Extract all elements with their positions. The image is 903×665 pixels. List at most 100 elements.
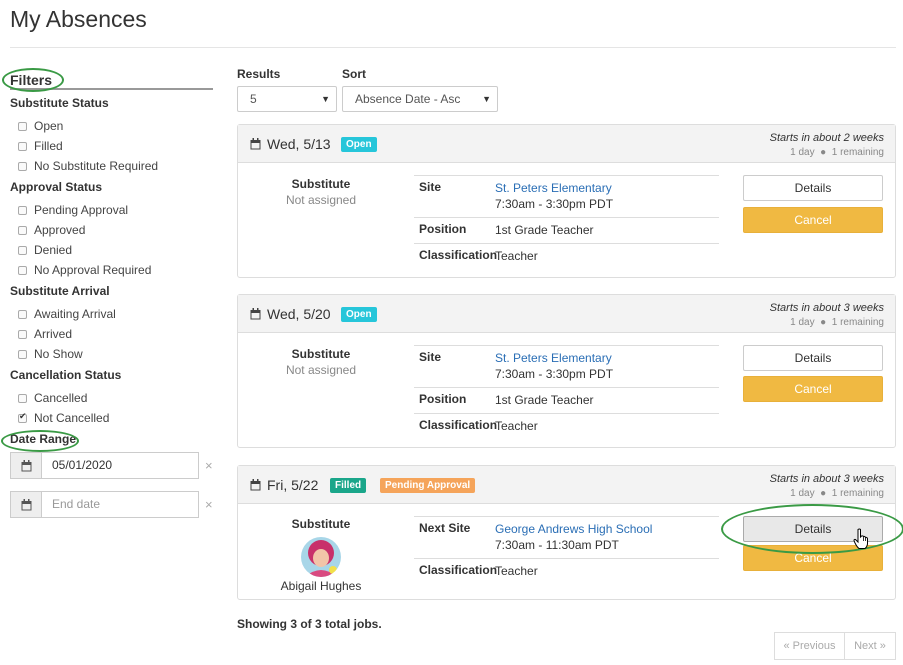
filter-option-label: No Show xyxy=(34,347,83,361)
start-date-row: 05/01/2020 × xyxy=(10,452,213,479)
status-badge-open: Open xyxy=(341,307,377,322)
info-value: Teacher xyxy=(495,249,538,263)
time-text: 7:30am - 3:30pm PDT xyxy=(495,367,614,381)
filter-option-label: Filled xyxy=(34,139,63,153)
info-key: Position xyxy=(419,222,467,236)
substitute-label: Substitute xyxy=(291,177,351,191)
info-key: Classification xyxy=(419,563,498,577)
substitute-value: Abigail Hughes xyxy=(280,579,362,593)
filter-option-open[interactable]: Open xyxy=(10,116,213,136)
absence-date: Wed, 5/13 xyxy=(250,136,331,152)
cancel-button[interactable]: Cancel xyxy=(743,376,883,402)
job-info-table: Site St. Peters Elementary 7:30am - 3:30p… xyxy=(414,175,719,269)
site-link[interactable]: St. Peters Elementary xyxy=(495,350,613,366)
time-text: 7:30am - 3:30pm PDT xyxy=(495,197,614,211)
filter-option-no-show[interactable]: No Show xyxy=(10,344,213,364)
filter-option-label: Open xyxy=(34,119,64,133)
clear-start-date-icon[interactable]: × xyxy=(205,458,213,473)
info-key: Next Site xyxy=(419,521,471,535)
substitute-label: Substitute xyxy=(291,347,351,361)
info-value: St. Peters Elementary 7:30am - 3:30pm PDT xyxy=(495,180,613,212)
info-value: 1st Grade Teacher xyxy=(495,223,594,237)
previous-page-button[interactable]: « Previous xyxy=(774,632,845,660)
remaining-text: 1 remaining xyxy=(831,488,884,499)
substitute-value: Not assigned xyxy=(285,193,357,207)
calendar-icon[interactable] xyxy=(10,491,42,518)
filter-option-not-cancelled[interactable]: Not Cancelled xyxy=(10,408,213,428)
checkbox[interactable] xyxy=(18,225,27,235)
filter-option-cancelled[interactable]: Cancelled xyxy=(10,388,213,408)
info-value: Teacher xyxy=(495,564,538,578)
filter-option-no-substitute-required[interactable]: No Substitute Required xyxy=(10,156,213,176)
avatar xyxy=(301,537,341,577)
info-row-classification: Classification Teacher xyxy=(414,244,719,269)
duration-meta: 1 day ● 1 remaining xyxy=(790,147,884,158)
filter-option-label: Awaiting Arrival xyxy=(34,307,116,321)
checkbox[interactable] xyxy=(18,309,27,319)
starts-in-text: Starts in about 2 weeks xyxy=(769,132,884,144)
date-range-title: Date Range xyxy=(10,432,77,446)
info-value: Teacher xyxy=(495,419,538,433)
site-link[interactable]: St. Peters Elementary xyxy=(495,180,613,196)
time-text: 7:30am - 11:30am PDT xyxy=(495,538,619,552)
filter-option-label: No Approval Required xyxy=(34,263,152,277)
duration-text: 1 day xyxy=(790,317,815,328)
details-button[interactable]: Details xyxy=(743,175,883,201)
cancel-button[interactable]: Cancel xyxy=(743,207,883,233)
filter-option-filled[interactable]: Filled xyxy=(10,136,213,156)
checkbox[interactable] xyxy=(18,349,27,359)
site-link[interactable]: George Andrews High School xyxy=(495,521,652,537)
filter-option-label: Not Cancelled xyxy=(34,411,110,425)
details-button[interactable]: Details xyxy=(743,345,883,371)
absence-card: Wed, 5/13 Open Starts in about 2 weeks 1… xyxy=(237,124,896,278)
filters-header: Filters xyxy=(10,70,213,90)
checkbox[interactable] xyxy=(18,329,27,339)
filter-option-no-approval-required[interactable]: No Approval Required xyxy=(10,260,213,280)
duration-meta: 1 day ● 1 remaining xyxy=(790,488,884,499)
checkbox[interactable] xyxy=(18,393,27,403)
checkbox[interactable] xyxy=(18,121,27,131)
clear-end-date-icon[interactable]: × xyxy=(205,497,213,512)
job-info-table: Next Site George Andrews High School 7:30… xyxy=(414,516,719,584)
info-row-position: Position 1st Grade Teacher xyxy=(414,218,719,244)
filters-title: Filters xyxy=(10,72,53,88)
filter-option-label: Arrived xyxy=(34,327,73,341)
sort-select[interactable]: Absence Date - Asc ▼ xyxy=(342,86,498,112)
end-date-input[interactable]: End date xyxy=(42,491,199,518)
absence-card: Wed, 5/20 Open Starts in about 3 weeks 1… xyxy=(237,294,896,448)
checkbox[interactable] xyxy=(18,205,27,215)
filters-sidebar: Filters Substitute Status Open Filled No… xyxy=(1,68,213,518)
sort-label: Sort xyxy=(342,67,366,81)
results-select[interactable]: 5 ▼ xyxy=(237,86,337,112)
checkbox[interactable] xyxy=(18,141,27,151)
checkbox[interactable] xyxy=(18,161,27,171)
filter-option-approved[interactable]: Approved xyxy=(10,220,213,240)
filter-option-denied[interactable]: Denied xyxy=(10,240,213,260)
absence-card-header: Wed, 5/13 Open Starts in about 2 weeks 1… xyxy=(238,125,895,163)
info-row-position: Position 1st Grade Teacher xyxy=(414,388,719,414)
remaining-text: 1 remaining xyxy=(831,317,884,328)
checkbox-checked[interactable] xyxy=(18,411,27,423)
absence-card: Fri, 5/22 Filled Pending Approval Starts… xyxy=(237,465,903,600)
title-divider xyxy=(10,47,896,48)
absence-card-header: Fri, 5/22 Filled Pending Approval Starts… xyxy=(238,466,895,504)
next-page-button[interactable]: Next » xyxy=(844,632,896,660)
filter-option-awaiting-arrival[interactable]: Awaiting Arrival xyxy=(10,304,213,324)
info-value: St. Peters Elementary 7:30am - 3:30pm PDT xyxy=(495,350,613,382)
job-info-table: Site St. Peters Elementary 7:30am - 3:30p… xyxy=(414,345,719,439)
remaining-text: 1 remaining xyxy=(831,147,884,158)
filter-option-arrived[interactable]: Arrived xyxy=(10,324,213,344)
filter-option-pending-approval[interactable]: Pending Approval xyxy=(10,200,213,220)
info-row-site: Site St. Peters Elementary 7:30am - 3:30p… xyxy=(414,176,719,218)
checkbox[interactable] xyxy=(18,245,27,255)
info-row-classification: Classification Teacher xyxy=(414,559,719,584)
checkbox[interactable] xyxy=(18,265,27,275)
substitute-label: Substitute xyxy=(291,517,351,531)
absence-date-text: Wed, 5/13 xyxy=(267,136,331,152)
info-value: George Andrews High School 7:30am - 11:30… xyxy=(495,521,652,553)
filter-option-label: Denied xyxy=(34,243,73,257)
start-date-input[interactable]: 05/01/2020 xyxy=(42,452,199,479)
status-badge-open: Open xyxy=(341,137,377,152)
calendar-icon xyxy=(250,479,261,491)
calendar-icon[interactable] xyxy=(10,452,42,479)
